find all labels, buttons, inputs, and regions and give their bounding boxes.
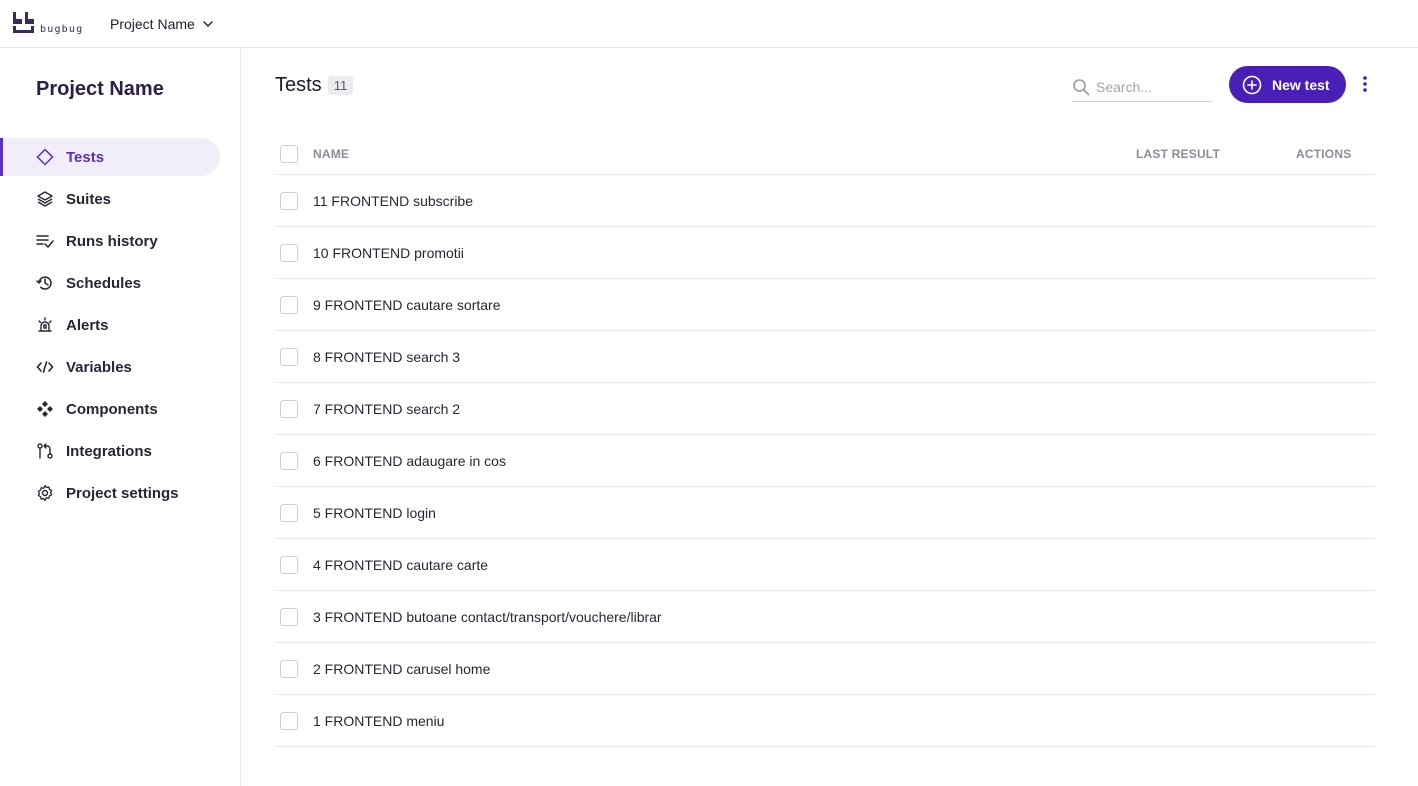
table-row[interactable]: 11 FRONTEND subscribe [275, 175, 1375, 227]
more-vertical-icon [1363, 76, 1367, 92]
table-row[interactable]: 9 FRONTEND cautare sortare [275, 279, 1375, 331]
list-check-icon [36, 232, 54, 250]
test-name[interactable]: 10 FRONTEND promotii [313, 245, 464, 261]
row-checkbox[interactable] [280, 192, 298, 210]
row-checkbox[interactable] [280, 452, 298, 470]
test-name[interactable]: 8 FRONTEND search 3 [313, 349, 460, 365]
bugbug-logo[interactable]: bugbug [12, 12, 88, 36]
sidebar-item-schedules[interactable]: Schedules [0, 264, 220, 302]
sidebar-item-alerts[interactable]: Alerts [0, 306, 220, 344]
sidebar-project-title: Project Name [36, 78, 164, 100]
sidebar-item-label: Suites [66, 190, 112, 208]
history-icon [36, 274, 54, 292]
components-icon [36, 400, 54, 418]
table-row[interactable]: 3 FRONTEND butoane contact/transport/vou… [275, 591, 1375, 643]
sidebar-item-label: Runs history [66, 232, 158, 250]
table-header: NAME LAST RESULT ACTIONS [275, 133, 1375, 175]
tests-count-badge: 11 [327, 76, 354, 95]
row-checkbox[interactable] [280, 504, 298, 522]
select-all-checkbox[interactable] [280, 145, 298, 163]
project-switcher-label: Project Name [110, 16, 195, 32]
page-title: Tests [275, 74, 322, 96]
gear-icon [36, 484, 54, 502]
bugbug-logo-icon [13, 12, 34, 33]
sidebar-item-integrations[interactable]: Integrations [0, 432, 220, 470]
table-row[interactable]: 4 FRONTEND cautare carte [275, 539, 1375, 591]
test-name[interactable]: 11 FRONTEND subscribe [313, 193, 473, 209]
new-test-label: New test [1272, 76, 1330, 93]
sidebar-item-runs-history[interactable]: Runs history [0, 222, 220, 260]
sidebar-item-label: Integrations [66, 442, 152, 460]
tests-table: NAME LAST RESULT ACTIONS 11 FRONTEND sub… [275, 133, 1375, 747]
chevron-down-icon [203, 21, 213, 28]
page-heading: Tests 11 [275, 74, 354, 97]
column-header-actions: ACTIONS [1296, 147, 1352, 161]
sidebar-nav: Tests Suites Runs history Schedules Aler… [0, 138, 241, 516]
logo-text: bugbug [40, 24, 84, 35]
project-switcher[interactable]: Project Name [110, 14, 215, 34]
table-row[interactable]: 8 FRONTEND search 3 [275, 331, 1375, 383]
search-input[interactable] [1096, 78, 1206, 95]
sidebar-item-label: Variables [66, 358, 132, 376]
test-name[interactable]: 6 FRONTEND adaugare in cos [313, 453, 506, 469]
row-checkbox[interactable] [280, 296, 298, 314]
table-row[interactable]: 1 FRONTEND meniu [275, 695, 1375, 747]
test-name[interactable]: 3 FRONTEND butoane contact/transport/vou… [313, 609, 662, 625]
git-pull-icon [36, 442, 54, 460]
row-checkbox[interactable] [280, 348, 298, 366]
column-header-last-result[interactable]: LAST RESULT [1136, 147, 1220, 161]
sidebar-item-variables[interactable]: Variables [0, 348, 220, 386]
row-checkbox[interactable] [280, 712, 298, 730]
column-header-name[interactable]: NAME [313, 147, 349, 161]
code-icon [36, 358, 54, 376]
row-checkbox[interactable] [280, 400, 298, 418]
table-row[interactable]: 6 FRONTEND adaugare in cos [275, 435, 1375, 487]
sidebar: Project Name Tests Suites Runs history S… [0, 48, 241, 786]
sidebar-item-label: Components [66, 400, 158, 418]
test-name[interactable]: 9 FRONTEND cautare sortare [313, 297, 501, 313]
sidebar-item-label: Schedules [66, 274, 142, 292]
table-row[interactable]: 2 FRONTEND carusel home [275, 643, 1375, 695]
alarm-icon [36, 316, 54, 334]
test-name[interactable]: 2 FRONTEND carusel home [313, 661, 490, 677]
test-name[interactable]: 4 FRONTEND cautare carte [313, 557, 488, 573]
sidebar-item-tests[interactable]: Tests [0, 138, 220, 176]
sidebar-item-label: Project settings [66, 484, 179, 502]
diamond-icon [36, 148, 54, 166]
row-checkbox[interactable] [280, 660, 298, 678]
row-checkbox[interactable] [280, 244, 298, 262]
sidebar-item-label: Tests [66, 148, 105, 166]
sidebar-item-suites[interactable]: Suites [0, 180, 220, 218]
layers-icon [36, 190, 54, 208]
table-row[interactable]: 10 FRONTEND promotii [275, 227, 1375, 279]
sidebar-item-project-settings[interactable]: Project settings [0, 474, 220, 512]
plus-circle-icon [1242, 75, 1262, 94]
sidebar-item-label: Alerts [66, 316, 109, 334]
row-checkbox[interactable] [280, 608, 298, 626]
more-options-button[interactable] [1355, 72, 1375, 96]
row-checkbox[interactable] [280, 556, 298, 574]
test-name[interactable]: 1 FRONTEND meniu [313, 713, 444, 729]
main-content: Tests 11 New test NAME LAST RESULT ACTIO… [241, 48, 1418, 786]
table-row[interactable]: 7 FRONTEND search 2 [275, 383, 1375, 435]
test-name[interactable]: 7 FRONTEND search 2 [313, 401, 460, 417]
table-row[interactable]: 5 FRONTEND login [275, 487, 1375, 539]
sidebar-item-components[interactable]: Components [0, 390, 220, 428]
top-bar: bugbug Project Name [0, 0, 1418, 48]
new-test-button[interactable]: New test [1229, 66, 1346, 103]
search-box[interactable] [1072, 72, 1212, 102]
search-icon [1073, 78, 1090, 95]
test-name[interactable]: 5 FRONTEND login [313, 505, 436, 521]
